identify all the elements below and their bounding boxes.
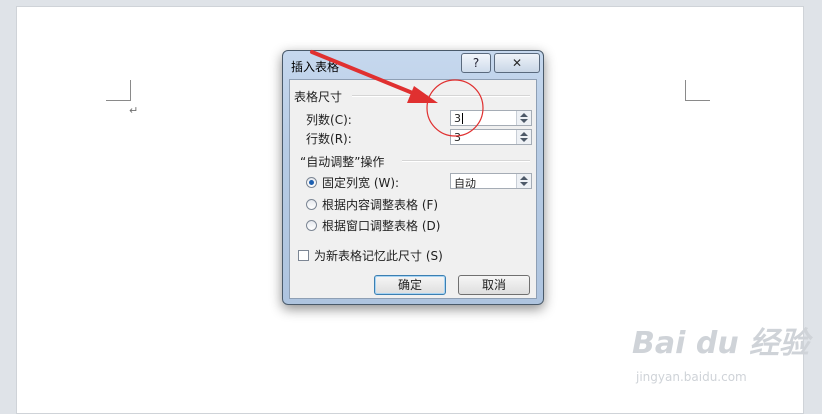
arrow-head-icon bbox=[407, 86, 438, 103]
annotation-arrow bbox=[310, 50, 422, 98]
watermark-url: jingyan.baidu.com bbox=[636, 370, 747, 384]
watermark: Bai du 经验 jingyan.baidu.com bbox=[632, 318, 810, 384]
annotation-circle bbox=[426, 79, 484, 137]
watermark-brand: Bai du 经验 bbox=[632, 326, 810, 361]
